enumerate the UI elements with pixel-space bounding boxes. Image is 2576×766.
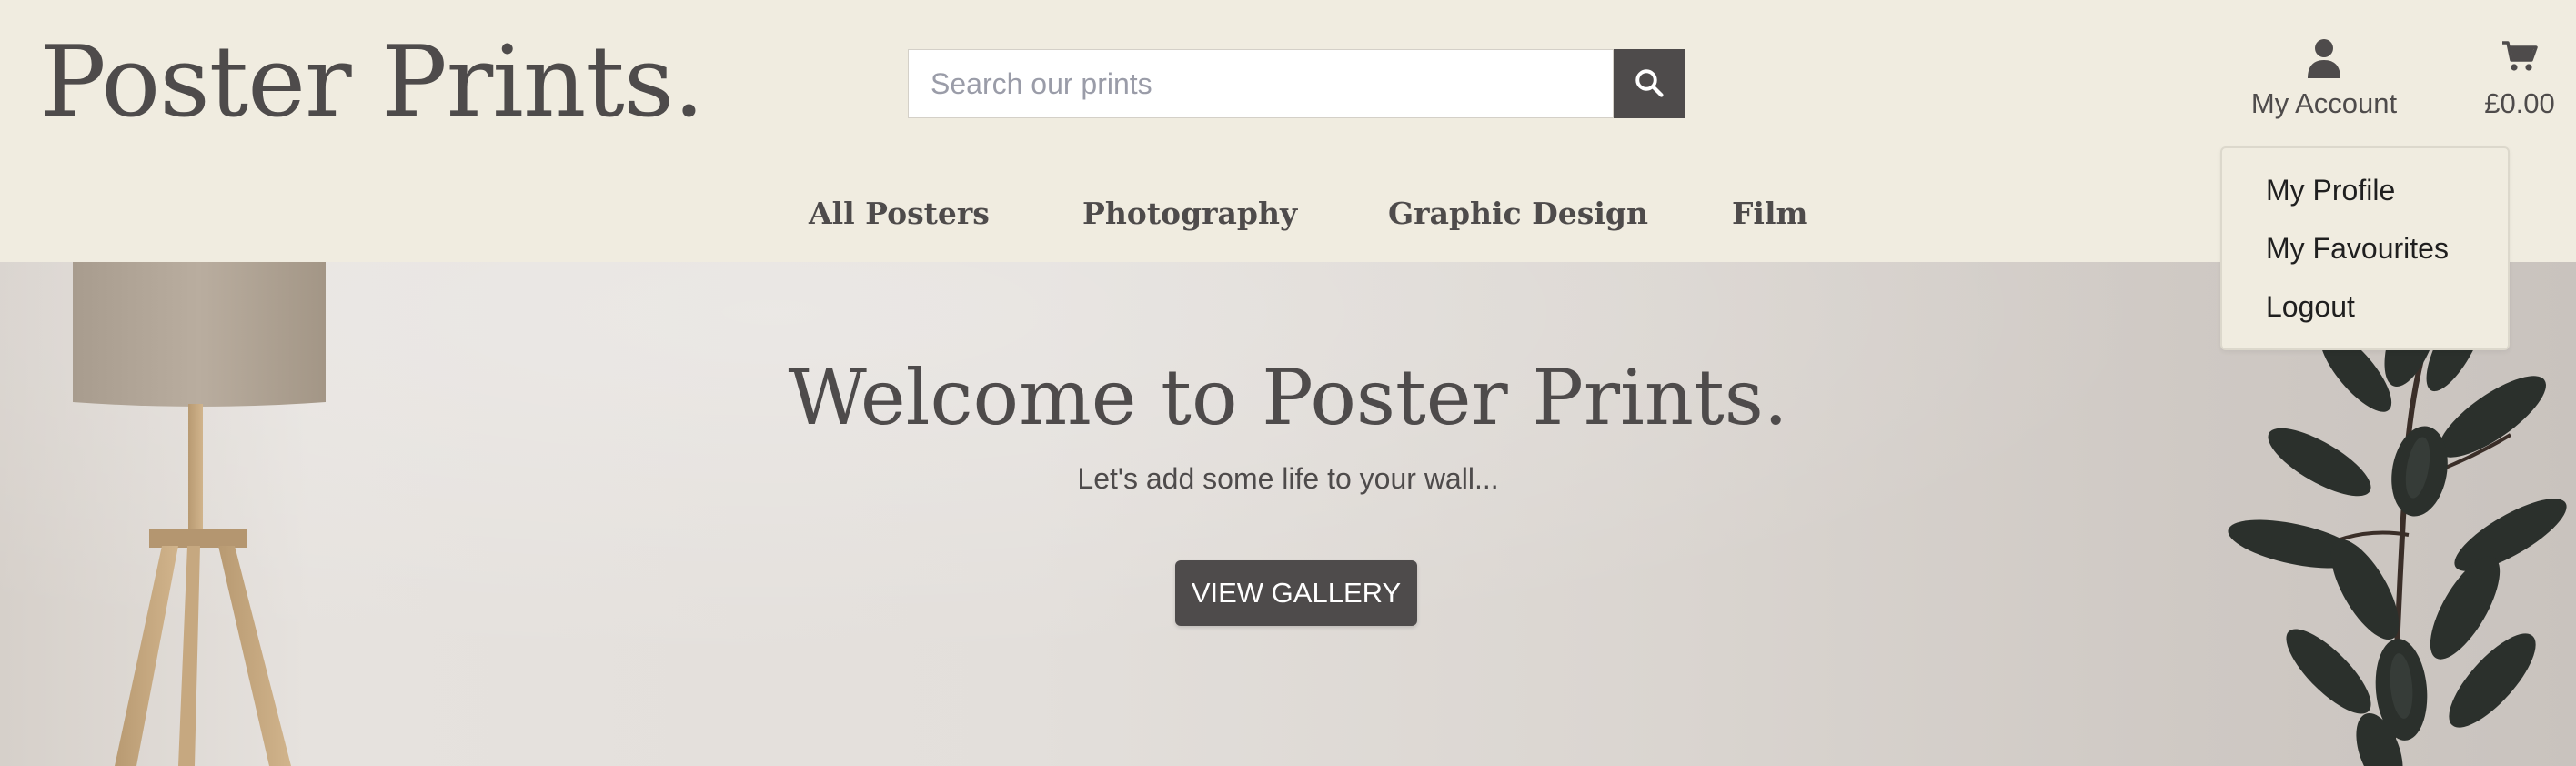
nav-item-all-posters[interactable]: All Posters — [809, 189, 990, 238]
floor-lamp-image — [73, 262, 326, 766]
search-input[interactable] — [908, 49, 1614, 118]
cart-total: £0.00 — [2484, 87, 2555, 119]
cart-button[interactable]: £0.00 — [2474, 40, 2565, 120]
account-dropdown-menu: My Profile My Favourites Logout — [2220, 146, 2510, 350]
search-icon — [1633, 66, 1665, 102]
search-bar — [908, 49, 1685, 118]
main-nav: All Posters Photography Graphic Design F… — [0, 189, 2576, 238]
nav-item-photography[interactable]: Photography — [1082, 189, 1297, 238]
nav-item-film[interactable]: Film — [1732, 189, 1807, 238]
hero-title: Welcome to Poster Prints. — [788, 353, 1788, 442]
site-logo[interactable]: Poster Prints. — [40, 24, 705, 142]
menu-item-logout[interactable]: Logout — [2266, 290, 2355, 324]
my-account-button[interactable]: My Account — [2229, 38, 2420, 120]
user-icon — [2306, 38, 2342, 80]
view-gallery-button[interactable]: VIEW GALLERY — [1175, 560, 1417, 626]
search-button[interactable] — [1614, 49, 1685, 118]
hero-background-shade — [0, 262, 2576, 766]
cart-icon — [2501, 40, 2538, 76]
menu-item-my-favourites[interactable]: My Favourites — [2266, 232, 2449, 266]
site-header: Poster Prints. My Account — [0, 0, 2576, 262]
menu-item-my-profile[interactable]: My Profile — [2266, 174, 2395, 207]
nav-item-graphic-design[interactable]: Graphic Design — [1388, 189, 1648, 238]
hero-subtitle: Let's add some life to your wall... — [1077, 462, 1499, 495]
hero-banner: Welcome to Poster Prints. Let's add some… — [0, 262, 2576, 766]
my-account-label: My Account — [2250, 87, 2398, 119]
